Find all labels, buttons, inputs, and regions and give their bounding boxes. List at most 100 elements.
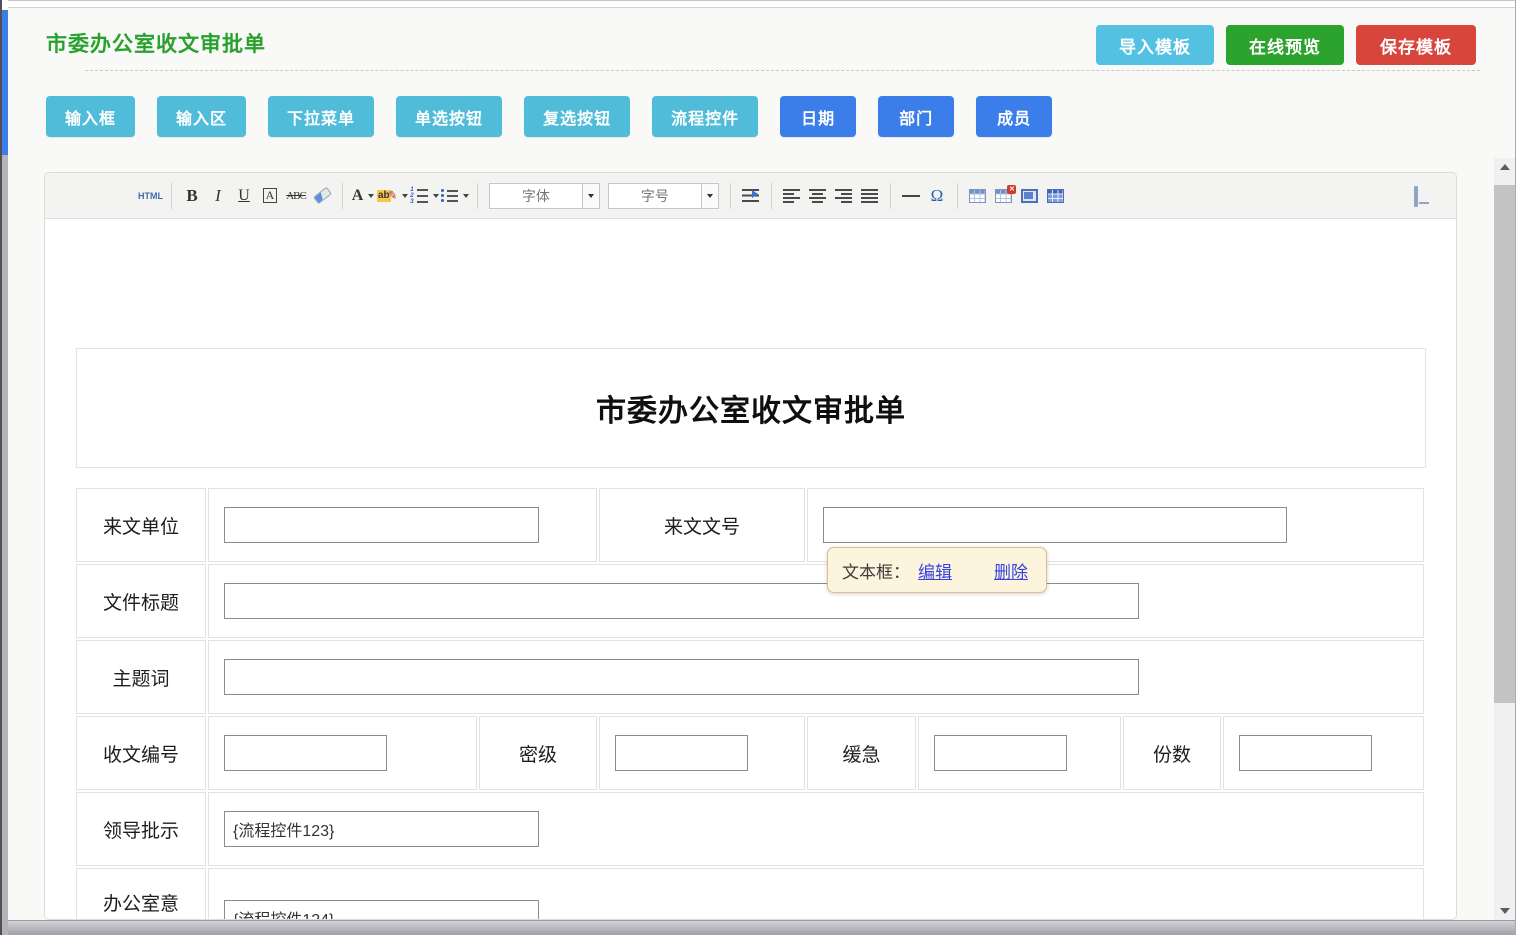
field-label: 文件标题	[103, 593, 179, 614]
add-member-button[interactable]: 成员	[976, 96, 1052, 137]
table-row: 领导批示	[76, 792, 1424, 866]
eraser-icon[interactable]	[310, 183, 334, 209]
table-properties-icon[interactable]	[1018, 183, 1042, 209]
table-row: 主题词	[76, 640, 1424, 714]
toolbar-separator	[771, 183, 772, 209]
field-label: 办公室意见	[98, 891, 184, 920]
add-textarea-button[interactable]: 输入区	[157, 96, 246, 137]
toolbar-separator	[890, 183, 891, 209]
cell-properties-icon[interactable]	[1044, 183, 1068, 209]
delete-table-icon[interactable]	[992, 183, 1016, 209]
import-template-button[interactable]: 导入模板	[1096, 25, 1214, 65]
subject-words-input[interactable]	[224, 659, 1139, 695]
select-arrow-icon[interactable]	[701, 184, 718, 208]
editor-toolbar: HTML B I U A ABC A ab✎ 1 2 3	[45, 173, 1456, 219]
background-window-sliver	[0, 0, 8, 935]
add-flow-control-button[interactable]: 流程控件	[652, 96, 758, 137]
page-title: 市委办公室收文审批单	[46, 28, 266, 58]
add-date-button[interactable]: 日期	[780, 96, 856, 137]
field-label: 缓急	[842, 745, 880, 766]
control-tooltip: 文本框： 编辑 删除	[827, 547, 1047, 593]
pencil-icon: ✎	[387, 188, 398, 202]
field-label: 主题词	[112, 669, 169, 690]
toolbar-separator	[957, 183, 958, 209]
align-right-icon[interactable]	[832, 183, 856, 209]
field-label: 份数	[1153, 745, 1191, 766]
add-input-box-button[interactable]: 输入框	[46, 96, 135, 137]
field-label: 来文单位	[103, 517, 179, 538]
font-family-select[interactable]: 字体	[489, 183, 600, 209]
ordered-list-icon[interactable]: 1 2 3	[410, 183, 439, 209]
add-radio-button[interactable]: 单选按钮	[396, 96, 502, 137]
font-color-icon[interactable]: A	[351, 183, 375, 209]
toolbar-separator	[477, 183, 478, 209]
scroll-up-button[interactable]	[1494, 158, 1516, 175]
dropdown-caret-icon	[463, 194, 469, 198]
table-row: 来文单位 来文文号	[76, 488, 1424, 562]
dropdown-caret-icon	[433, 194, 439, 198]
sliver-top	[2, 0, 8, 10]
scroll-down-button[interactable]	[1494, 903, 1516, 920]
underline-icon[interactable]: U	[232, 183, 256, 209]
secrecy-level-input[interactable]	[615, 735, 748, 771]
vertical-scrollbar[interactable]	[1494, 158, 1516, 920]
delete-control-link[interactable]: 删除	[994, 558, 1028, 583]
indent-icon[interactable]	[739, 183, 763, 209]
editor-document[interactable]: 市委办公室收文审批单 来文单位 来文文号文件标题主题词收文编号 密级 缓急 份数领导批示…	[45, 219, 1456, 920]
office-opinion-input[interactable]	[224, 900, 539, 920]
toolbar-separator	[730, 183, 731, 209]
app-window: 市委办公室收文审批单 导入模板在线预览保存模板 输入框输入区下拉菜单单选按钮复选…	[0, 0, 1516, 935]
insert-table-icon[interactable]	[966, 183, 990, 209]
align-center-icon[interactable]	[806, 183, 830, 209]
save-template-button[interactable]: 保存模板	[1356, 25, 1476, 65]
copies-input[interactable]	[1239, 735, 1372, 771]
incoming-doc-number-input[interactable]	[823, 507, 1287, 543]
unordered-list-icon[interactable]	[441, 183, 469, 209]
highlight-color-icon[interactable]: ab✎	[377, 183, 408, 209]
header-actions: 导入模板在线预览保存模板	[1096, 25, 1476, 65]
form-title-box: 市委办公室收文审批单	[76, 348, 1426, 468]
fullscreen-icon[interactable]	[1412, 183, 1436, 209]
component-toolbar: 输入框输入区下拉菜单单选按钮复选按钮流程控件日期部门成员	[46, 96, 1052, 137]
field-label: 密级	[519, 745, 557, 766]
dropdown-caret-icon	[368, 194, 374, 198]
align-left-icon[interactable]	[780, 183, 804, 209]
window-bottom-bar	[8, 920, 1516, 935]
scrollbar-thumb[interactable]	[1494, 185, 1516, 703]
strikethrough-icon[interactable]: ABC	[284, 183, 308, 209]
table-row: 收文编号 密级 缓急 份数	[76, 716, 1424, 790]
incoming-unit-input[interactable]	[224, 507, 539, 543]
font-size-select[interactable]: 字号	[608, 183, 719, 209]
table-row: 办公室意见	[76, 868, 1424, 920]
add-department-button[interactable]: 部门	[878, 96, 954, 137]
field-label: 领导批示	[103, 821, 179, 842]
align-justify-icon[interactable]	[858, 183, 882, 209]
bold-icon[interactable]: B	[180, 183, 204, 209]
dropdown-caret-icon	[402, 194, 408, 198]
form-table: 来文单位 来文文号文件标题主题词收文编号 密级 缓急 份数领导批示办公室意见	[74, 486, 1426, 920]
leader-instructions-input[interactable]	[224, 811, 539, 847]
window-top-strip	[8, 0, 1516, 8]
sliver-blue-segment	[2, 10, 8, 155]
header-divider	[85, 70, 1480, 71]
italic-icon[interactable]: I	[206, 183, 230, 209]
select-arrow-icon[interactable]	[582, 184, 599, 208]
add-checkbox-button[interactable]: 复选按钮	[524, 96, 630, 137]
main-area: 市委办公室收文审批单 导入模板在线预览保存模板 输入框输入区下拉菜单单选按钮复选…	[8, 8, 1516, 935]
char-border-icon[interactable]: A	[258, 183, 282, 209]
special-char-icon[interactable]: Ω	[925, 183, 949, 209]
field-label: 收文编号	[103, 745, 179, 766]
arrow-down-icon	[1500, 908, 1510, 919]
receipt-number-input[interactable]	[224, 735, 387, 771]
urgency-input[interactable]	[934, 735, 1067, 771]
source-code-icon[interactable]: HTML	[138, 183, 163, 209]
form-title: 市委办公室收文审批单	[596, 386, 906, 430]
horizontal-rule-icon[interactable]	[899, 183, 923, 209]
tooltip-label: 文本框：	[842, 558, 910, 583]
online-preview-button[interactable]: 在线预览	[1226, 25, 1344, 65]
add-dropdown-button[interactable]: 下拉菜单	[268, 96, 374, 137]
field-label: 来文文号	[664, 517, 740, 538]
table-row: 文件标题	[76, 564, 1424, 638]
rich-text-editor: HTML B I U A ABC A ab✎ 1 2 3	[44, 172, 1457, 920]
edit-control-link[interactable]: 编辑	[918, 558, 952, 583]
